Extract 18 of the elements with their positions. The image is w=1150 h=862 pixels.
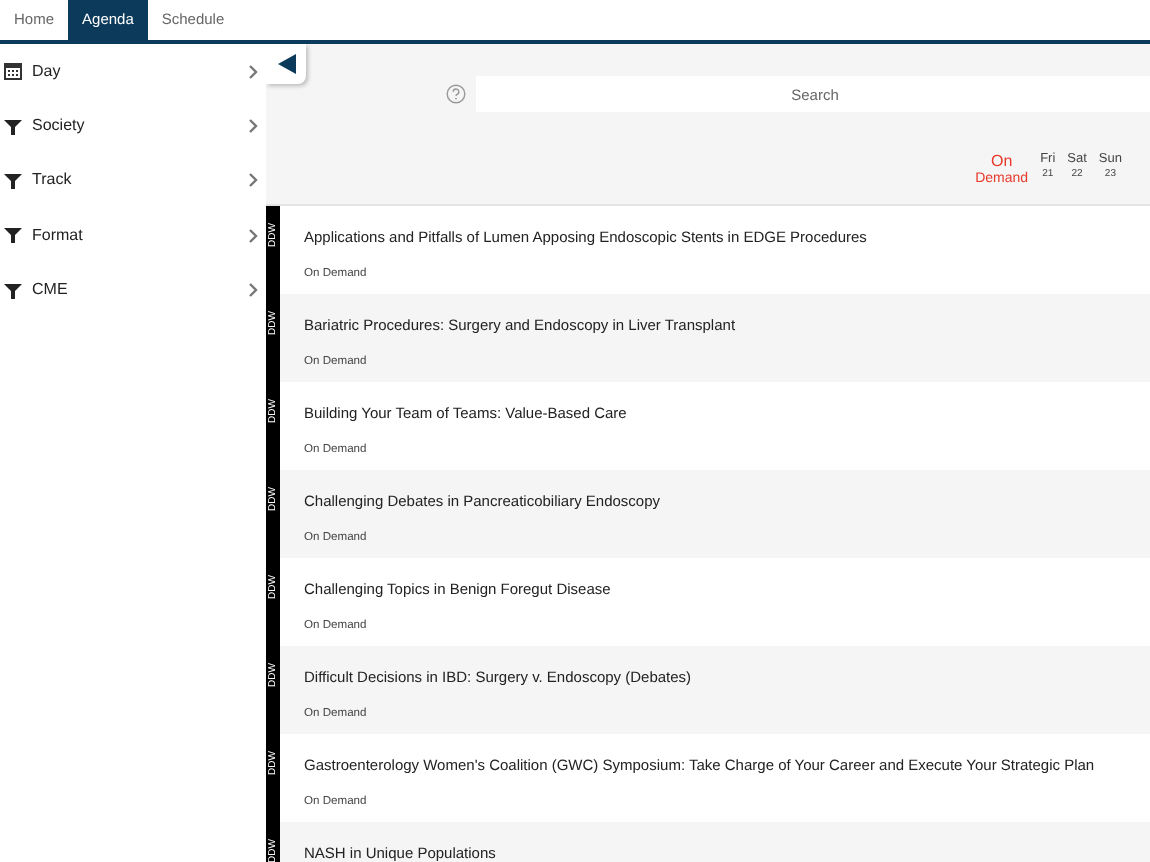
filter-item[interactable]: Format: [0, 208, 266, 264]
calendar-icon: [4, 62, 22, 81]
filter-icon: [4, 117, 22, 136]
triangle-left-icon: [277, 54, 295, 74]
filter-icon: [4, 281, 22, 300]
filter-icon: [4, 226, 22, 245]
chevron-right-icon: [248, 63, 258, 80]
filter-item[interactable]: Track: [0, 153, 266, 209]
help-icon: [446, 84, 466, 104]
filter-item[interactable]: CME: [0, 263, 266, 318]
chevron-right-icon: [248, 282, 258, 299]
filter-icon: [4, 171, 22, 190]
chevron-right-icon: [248, 118, 258, 135]
filter-item[interactable]: Day: [0, 44, 266, 99]
chevron-right-icon: [248, 172, 258, 189]
chevron-right-icon: [248, 227, 258, 244]
filter-item[interactable]: Society: [0, 98, 266, 154]
collapse-button[interactable]: [266, 44, 306, 84]
